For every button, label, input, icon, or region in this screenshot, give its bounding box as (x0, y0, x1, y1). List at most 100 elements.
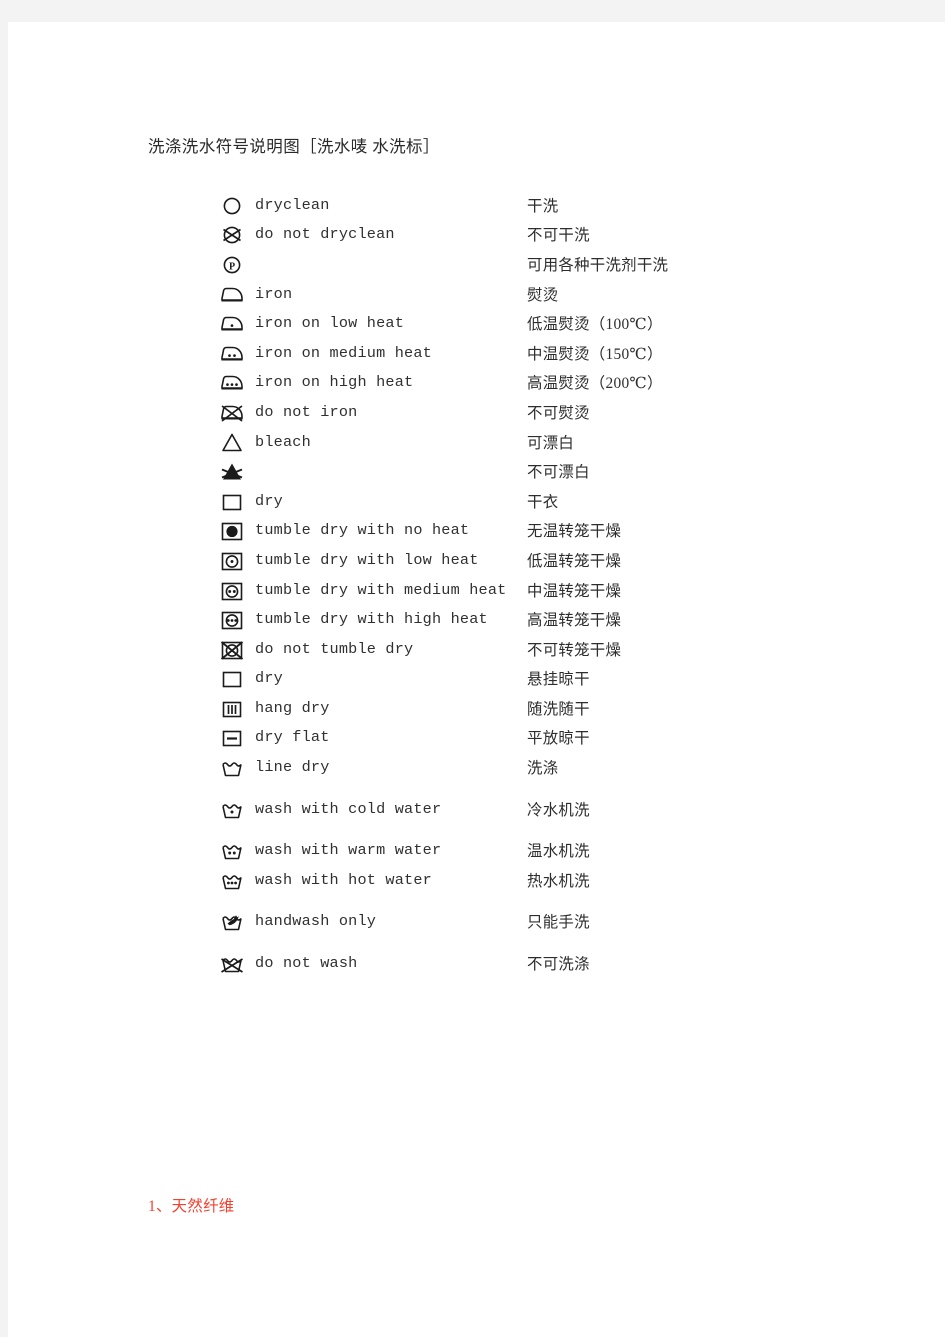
symbol-english-label: do not iron (255, 402, 358, 421)
symbol-chinese-label: 温水机洗 (527, 843, 590, 861)
tumble-dry-low-heat-icon (219, 548, 245, 572)
symbol-row: do not iron 不可熨烫 (219, 397, 668, 427)
symbol-icon-cell (219, 456, 253, 486)
washtub-two-dots-warm-icon (219, 838, 245, 862)
iron-one-dot-icon (219, 311, 245, 335)
symbol-chinese-label: 随洗随干 (527, 700, 590, 718)
symbol-icon-cell (219, 794, 253, 824)
circle-crossed-no-dryclean-icon (219, 222, 245, 246)
symbol-row: line dry 洗涤 (219, 752, 668, 782)
symbol-chinese-label: 熨烫 (527, 286, 559, 304)
symbol-icon-cell (219, 664, 253, 694)
symbol-chinese-label: 冷水机洗 (527, 801, 590, 819)
symbol-row: dry 悬挂晾干 (219, 664, 668, 694)
circle-p-dryclean-solvent-icon: P (219, 252, 245, 276)
symbol-chinese-label: 不可转笼干燥 (527, 641, 622, 659)
symbol-icon-cell (219, 634, 253, 664)
symbol-icon-cell (219, 308, 253, 338)
symbol-chinese-label: 不可漂白 (527, 464, 590, 482)
symbol-english-label: dryclean (255, 195, 330, 214)
washtub-crossed-no-wash-icon (219, 951, 245, 975)
symbol-icon-cell (219, 723, 253, 753)
symbol-row: 不可漂白 (219, 456, 668, 486)
symbol-row: do not dryclean 不可干洗 (219, 220, 668, 250)
tumble-dry-no-heat-icon (219, 518, 245, 542)
symbol-row: tumble dry with high heat 高温转笼干燥 (219, 604, 668, 634)
symbol-chinese-label: 平放晾干 (527, 730, 590, 748)
symbol-icon-cell (219, 948, 253, 978)
symbol-icon-cell (219, 190, 253, 220)
symbol-english-label (253, 249, 527, 279)
symbol-chinese-label: 不可熨烫 (527, 404, 590, 422)
symbol-chinese-label: 不可干洗 (527, 227, 590, 245)
symbol-chinese-label: 不可洗涤 (527, 956, 590, 974)
symbol-english-label: tumble dry with no heat (255, 521, 470, 540)
document-page: 洗涤洗水符号说明图［洗水唛 水洗标］ dryclean 干洗 do not dryc… (8, 22, 945, 1337)
symbol-chinese-label: 热水机洗 (527, 872, 590, 890)
symbol-row: handwash only 只能手洗 (219, 907, 668, 937)
symbol-rows: dryclean 干洗 do not dryclean 不可干洗 P 可用各种干洗剂干洗 i… (219, 190, 668, 978)
symbol-chinese-label: 洗涤 (527, 760, 559, 778)
symbol-row: dry 干衣 (219, 486, 668, 516)
square-dry-icon (219, 489, 245, 513)
symbol-english-label: do not wash (255, 954, 358, 973)
symbol-icon-cell (219, 338, 253, 368)
symbol-english-label: iron on high heat (255, 373, 414, 392)
symbol-icon-cell (219, 865, 253, 895)
symbol-english-label: line dry (255, 758, 330, 777)
square-line-dry-flat-icon (219, 725, 245, 749)
symbol-english-label: tumble dry with high heat (255, 610, 488, 629)
symbol-english-label: do not dryclean (255, 225, 395, 244)
symbol-english-label: wash with warm water (255, 841, 442, 860)
symbol-english-label: wash with cold water (255, 799, 442, 818)
symbol-row: iron on medium heat 中温熨烫（150℃） (219, 338, 668, 368)
symbol-english-label: hang dry (255, 698, 330, 717)
symbol-row: iron 熨烫 (219, 279, 668, 309)
iron-three-dots-icon (219, 370, 245, 394)
symbol-icon-cell (219, 279, 253, 309)
row-spacer (219, 782, 668, 794)
circle-dryclean-icon (219, 193, 245, 217)
symbol-icon-cell (219, 907, 253, 937)
symbol-chinese-label: 中温熨烫（150℃） (527, 345, 663, 363)
symbol-row: wash with hot water 热水机洗 (219, 865, 668, 895)
symbol-row: hang dry 随洗随干 (219, 693, 668, 723)
symbol-row: iron on high heat 高温熨烫（200℃） (219, 368, 668, 398)
symbol-chinese-label: 只能手洗 (527, 914, 590, 932)
symbol-icon-cell (219, 835, 253, 865)
washtub-one-dot-cold-icon (219, 797, 245, 821)
tumble-dry-medium-heat-icon (219, 578, 245, 602)
symbol-chinese-label: 低温熨烫（100℃） (527, 316, 663, 334)
row-spacer (219, 895, 668, 907)
symbol-chinese-label: 低温转笼干燥 (527, 552, 622, 570)
symbol-icon-cell (219, 368, 253, 398)
square-bars-hang-dry-icon (219, 696, 245, 720)
symbol-english-label: tumble dry with low heat (255, 550, 479, 569)
symbol-icon-cell (219, 693, 253, 723)
symbol-chinese-label: 高温熨烫（200℃） (527, 375, 663, 393)
symbol-row: dryclean 干洗 (219, 190, 668, 220)
symbol-chinese-label: 无温转笼干燥 (527, 523, 622, 541)
symbol-english-label: wash with hot water (255, 870, 432, 889)
symbol-english-label: handwash only (255, 912, 377, 931)
symbol-english-label: tumble dry with medium heat (255, 580, 507, 599)
symbol-row: P 可用各种干洗剂干洗 (219, 249, 668, 279)
symbol-icon-cell: P (219, 249, 253, 279)
symbol-row: do not tumble dry 不可转笼干燥 (219, 634, 668, 664)
symbol-icon-cell (219, 486, 253, 516)
symbol-chinese-label: 可漂白 (527, 434, 575, 452)
symbol-english-label: dry flat (255, 728, 330, 747)
triangle-filled-no-bleach-icon (219, 459, 245, 483)
symbol-row: wash with warm water 温水机洗 (219, 835, 668, 865)
symbol-chinese-label: 干衣 (527, 493, 559, 511)
symbol-chinese-label: 高温转笼干燥 (527, 612, 622, 630)
symbol-row: bleach 可漂白 (219, 427, 668, 457)
row-spacer (219, 823, 668, 835)
symbol-chinese-label: 可用各种干洗剂干洗 (527, 256, 669, 274)
svg-text:P: P (229, 261, 235, 272)
laundry-symbol-table: dryclean 干洗 do not dryclean 不可干洗 P 可用各种干洗剂干洗 i… (219, 190, 668, 978)
square-dry-icon (219, 666, 245, 690)
symbol-row: tumble dry with medium heat 中温转笼干燥 (219, 575, 668, 605)
symbol-english-label: iron on low heat (255, 314, 405, 333)
tumble-dry-high-heat-icon (219, 607, 245, 631)
